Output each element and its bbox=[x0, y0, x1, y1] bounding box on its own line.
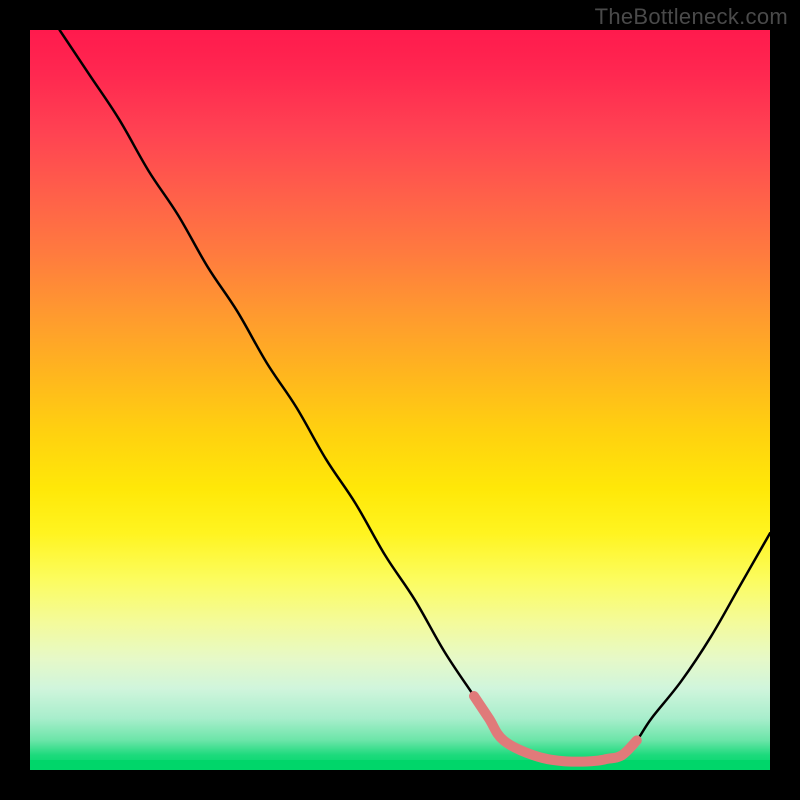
bottleneck-curve-black bbox=[60, 30, 770, 762]
bottleneck-curve-red-accent bbox=[474, 696, 637, 762]
curves-svg bbox=[30, 30, 770, 770]
watermark-text: TheBottleneck.com bbox=[595, 4, 788, 30]
plot-area bbox=[30, 30, 770, 770]
